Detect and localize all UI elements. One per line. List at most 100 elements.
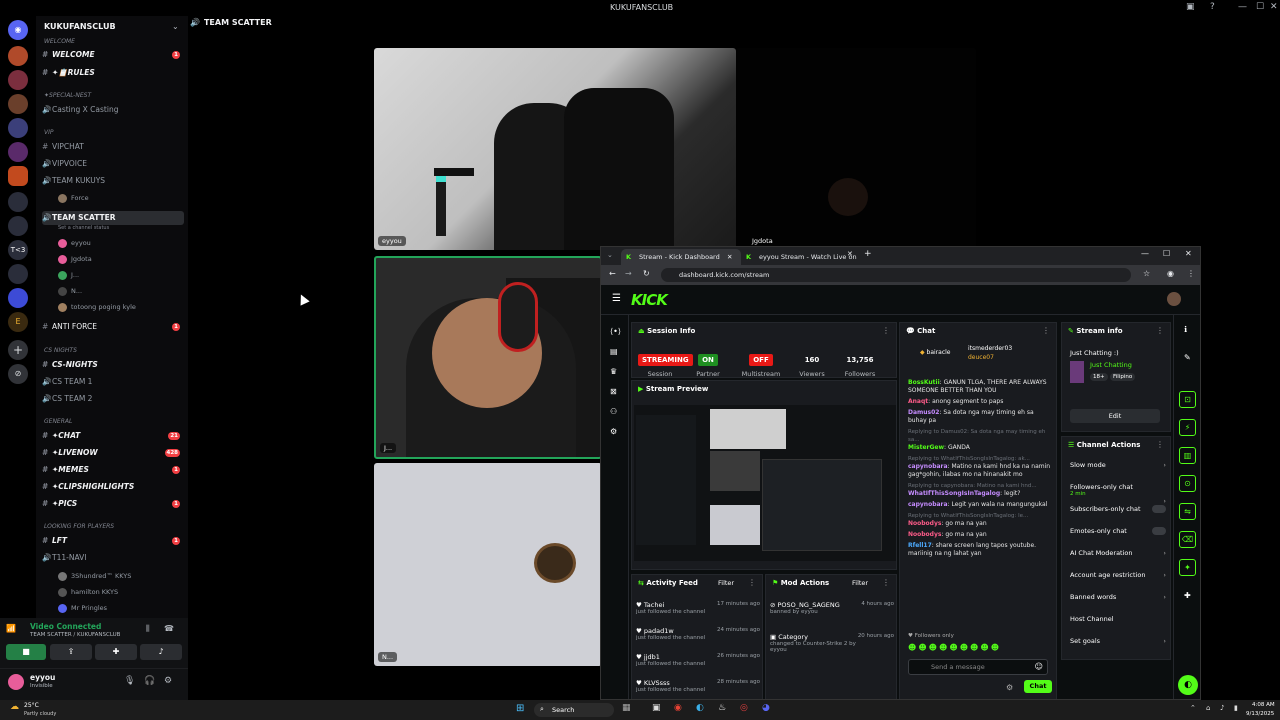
raid-button[interactable]: ⚡ — [1179, 419, 1196, 436]
add-widget-icon[interactable]: ✚ — [1184, 591, 1191, 600]
avatar[interactable] — [8, 674, 24, 690]
file-explorer-icon[interactable]: ▣ — [652, 703, 661, 713]
taskbar-search[interactable]: ⌕ Search — [534, 703, 614, 717]
minimize-icon[interactable]: — — [1141, 249, 1149, 258]
maximize-icon[interactable]: ☐ — [1163, 249, 1170, 258]
channel-chat[interactable]: # ✦CHAT 21 — [42, 429, 184, 443]
channel-action-row[interactable]: Banned words › — [1070, 593, 1166, 601]
chat-message[interactable]: Replying to WhatIfThisSongIsInTagalog: a… — [908, 455, 1054, 479]
disconnect-icon[interactable]: ☎ — [164, 624, 174, 633]
chat-username[interactable]: Anaqt — [908, 398, 928, 405]
emoji-icon[interactable]: ☺ — [1035, 662, 1043, 671]
voice-user[interactable]: Jgdota — [58, 253, 184, 266]
app-icon[interactable]: ▦ — [622, 703, 631, 713]
add-server-icon[interactable]: + — [8, 340, 28, 360]
reload-icon[interactable]: ↻ — [643, 269, 650, 278]
channel-memes[interactable]: # ✦MEMES 1 — [42, 463, 184, 477]
soundboard-button[interactable]: ♪ — [140, 644, 182, 660]
server-name[interactable]: KUKUFANSCLUB — [44, 22, 116, 31]
chat-username[interactable]: Noobodys — [908, 520, 941, 527]
reply-preview[interactable]: Replying to Damus02: Sa dota nga may tim… — [908, 428, 1054, 444]
edge-icon[interactable]: ◐ — [696, 703, 704, 713]
server-icon[interactable]: T<3 — [8, 240, 28, 260]
chat-message[interactable]: Replying to Damus02: Sa dota nga may tim… — [908, 428, 1054, 452]
address-bar[interactable]: dashboard.kick.com/stream — [661, 268, 1131, 282]
camera-button[interactable]: ■ — [6, 644, 46, 660]
channel-pics[interactable]: # ✦PICS 1 — [42, 497, 184, 511]
headphones-icon[interactable]: 🎧 — [144, 676, 155, 686]
server-icon[interactable] — [8, 118, 28, 138]
noise-suppression-icon[interactable]: ⫼ — [146, 624, 150, 634]
voice-user[interactable]: eyyou — [58, 237, 184, 250]
channel-cs-team-2[interactable]: 🔊CS TEAM 2 — [42, 392, 184, 406]
chat-message[interactable]: Replying to WhatIfThisSongIsInTagalog: l… — [908, 512, 1054, 528]
server-icon[interactable] — [8, 216, 28, 236]
chat-message[interactable]: capynobara: Legit yan wala na mangunguka… — [908, 501, 1054, 509]
kick-logo[interactable]: KICK — [631, 291, 668, 309]
microphone-icon[interactable]: 🎙 — [124, 676, 135, 686]
chat-username[interactable]: WhatIfThisSongIsInTagalog — [908, 490, 1000, 497]
channel-team-scatter[interactable]: 🔊TEAM SCATTER — [42, 211, 184, 225]
tab-search-icon[interactable]: ⌄ — [607, 251, 613, 259]
chat-username[interactable]: Rfell17 — [908, 542, 932, 549]
server-icon[interactable]: E — [8, 312, 28, 332]
inbox-icon[interactable]: ▣ — [1186, 2, 1195, 12]
category-vip[interactable]: VIP — [44, 129, 54, 136]
help-icon[interactable]: ? — [1210, 2, 1215, 12]
battery-icon[interactable]: ▮ — [1234, 704, 1238, 712]
category-lfp[interactable]: LOOKING FOR PLAYERS — [44, 523, 114, 530]
chrome-icon[interactable]: ◉ — [674, 703, 682, 713]
voice-user[interactable]: totoong poging kyle — [58, 301, 184, 314]
username[interactable]: eyyou — [30, 673, 55, 682]
moderation-icon[interactable]: ⊠ — [610, 387, 617, 396]
community-icon[interactable]: ⚇ — [610, 407, 617, 416]
more-options-icon[interactable]: ⋮ — [882, 326, 890, 335]
chat-message[interactable]: Noobodys: go ma na yan — [908, 531, 1054, 539]
voice-user[interactable]: N... — [58, 285, 184, 298]
help-chat-icon[interactable]: ◐ — [1178, 675, 1198, 695]
chat-message[interactable]: Anaqt: anong segment to paps — [908, 398, 1054, 406]
stream-category[interactable]: Just Chatting — [1090, 361, 1132, 369]
channel-casting[interactable]: 🔊Casting X Casting — [42, 103, 184, 117]
prediction-button[interactable]: ⊙ — [1179, 475, 1196, 492]
stream-icon[interactable]: ⟨•⟩ — [610, 327, 621, 336]
voice-user[interactable]: 3Shundred™ KKYS — [58, 570, 184, 583]
clear-chat-button[interactable]: ⌫ — [1179, 531, 1196, 548]
channel-rules[interactable]: # ✦📋RULES — [42, 66, 184, 80]
emote-bar[interactable]: ☻☻☻☻☻☻☻☻☻ — [908, 643, 1048, 653]
channel-anti-force[interactable]: # ANTI FORCE 1 — [42, 320, 184, 334]
weather-icon[interactable]: ☁ — [10, 702, 19, 712]
trophy-icon[interactable]: ♛ — [610, 367, 617, 376]
activities-button[interactable]: ✚ — [95, 644, 137, 660]
video-tile[interactable]: N... — [374, 463, 602, 666]
filter-button[interactable]: Filter — [718, 579, 734, 587]
content-icon[interactable]: ▤ — [610, 347, 618, 356]
channel-cs-nights[interactable]: # CS-NIGHTS — [42, 358, 184, 372]
maximize-icon[interactable]: ☐ — [1256, 2, 1264, 12]
chat-message[interactable]: Damus02: Sa dota nga may timing eh sa bu… — [908, 409, 1054, 425]
more-options-icon[interactable]: ⋮ — [748, 578, 756, 587]
forward-icon[interactable]: → — [625, 269, 632, 278]
chat-username[interactable]: capynobara — [908, 501, 948, 508]
channel-action-row[interactable]: Host Channel — [1070, 615, 1166, 623]
channel-vipvoice[interactable]: 🔊VIPVOICE — [42, 157, 184, 171]
voice-user[interactable]: Mr Pringles — [58, 602, 184, 615]
channel-action-row[interactable]: Followers-only chat 2 min › — [1070, 483, 1166, 505]
channel-action-row[interactable]: AI Chat Moderation › — [1070, 549, 1166, 557]
more-options-icon[interactable]: ⋮ — [1156, 326, 1164, 335]
video-tile-speaking[interactable]: J... — [374, 256, 602, 459]
chat-username[interactable]: capynobara — [908, 463, 948, 470]
channel-action-row[interactable]: Set goals › — [1070, 637, 1166, 645]
voice-user[interactable]: J... — [58, 269, 184, 282]
channel-action-row[interactable]: Slow mode › — [1070, 461, 1166, 469]
chat-message[interactable]: BossKutii: GANUN TLGA, THERE ARE ALWAYS … — [908, 379, 1054, 395]
category-cs-nights[interactable]: CS NIGHTS — [44, 347, 77, 354]
screenshare-button[interactable]: ⇪ — [50, 644, 92, 660]
toggle-switch[interactable] — [1152, 527, 1166, 535]
channel-action-row[interactable]: Subscribers-only chat — [1070, 505, 1166, 513]
discord-home-icon[interactable]: ◉ — [8, 20, 28, 40]
video-tile[interactable]: eyyou — [374, 48, 736, 250]
channel-team-kukuys[interactable]: 🔊TEAM KUKUYS — [42, 174, 184, 188]
tab-kick-watch[interactable]: K eyyou Stream - Watch Live on Kick — [741, 249, 857, 265]
channel-status[interactable]: Set a channel status — [58, 225, 109, 231]
